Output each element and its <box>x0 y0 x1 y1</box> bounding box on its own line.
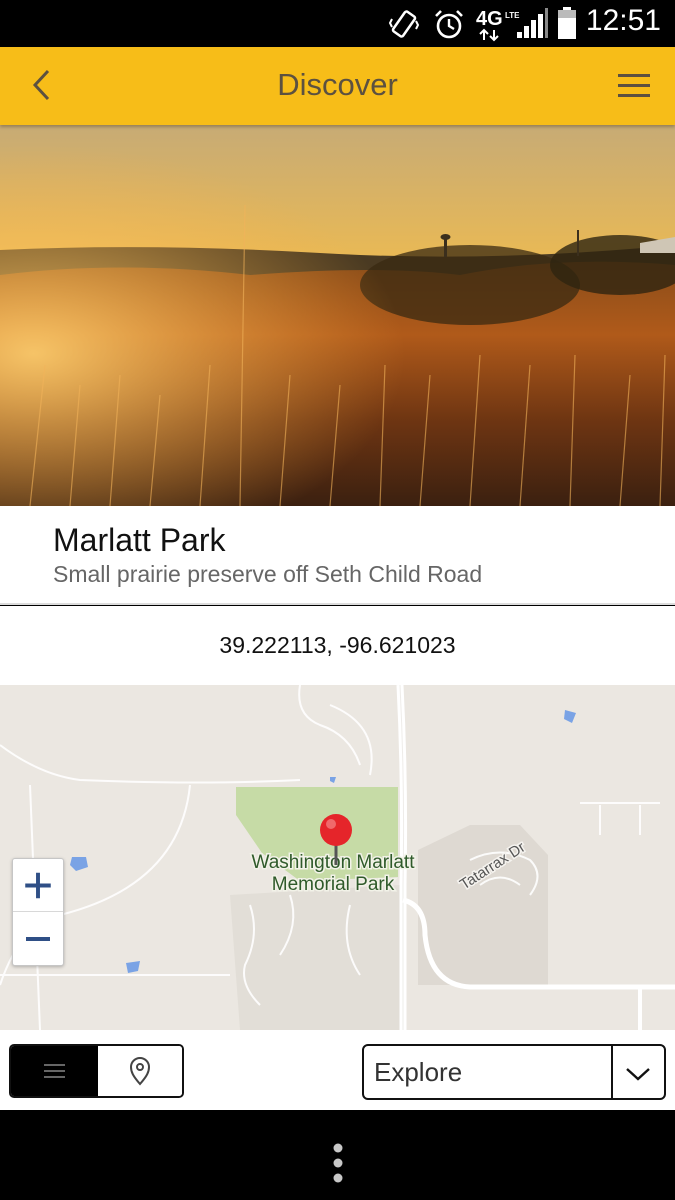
vibrate-icon <box>388 10 420 38</box>
hamburger-menu-icon[interactable] <box>617 71 651 101</box>
status-bar: 4G LTE 12:51 <box>0 0 675 47</box>
page-title: Discover <box>277 67 398 102</box>
app-bar: Discover <box>0 47 675 125</box>
chevron-down-icon <box>626 1068 650 1081</box>
view-toggle <box>9 1044 184 1098</box>
list-view-button[interactable] <box>11 1046 98 1096</box>
select-divider <box>611 1046 613 1098</box>
subdivision-area <box>418 825 548 985</box>
bottom-controls: Explore <box>0 1030 675 1110</box>
map-view[interactable]: Washington Marlatt Memorial Park Tatarra… <box>0 685 675 1030</box>
alarm-icon <box>435 10 463 39</box>
map-view-button[interactable] <box>98 1046 182 1096</box>
overflow-dots-icon[interactable] <box>332 1142 344 1184</box>
place-name: Marlatt Park <box>53 522 226 558</box>
system-nav-bar <box>0 1110 675 1200</box>
neighborhood-area <box>230 885 400 1030</box>
signal-icon <box>517 8 548 38</box>
explore-select-value: Explore <box>374 1057 463 1087</box>
place-info: Marlatt Park Small prairie preserve off … <box>0 506 675 605</box>
place-description: Small prairie preserve off Seth Child Ro… <box>53 561 483 587</box>
list-icon <box>44 1064 65 1078</box>
zoom-in-button[interactable] <box>13 859 63 912</box>
location-pin-icon <box>129 1057 151 1086</box>
explore-select[interactable]: Explore <box>362 1044 666 1100</box>
park-label-line2: Memorial Park <box>272 874 395 895</box>
zoom-out-button[interactable] <box>13 912 63 965</box>
status-time: 12:51 <box>585 4 661 37</box>
park-label-line1: Washington Marlatt <box>252 852 416 873</box>
place-photo <box>0 125 675 506</box>
svg-text:4G: 4G <box>476 8 503 30</box>
map-zoom-controls <box>12 858 64 966</box>
place-coordinates: 39.222113, -96.621023 <box>0 606 675 685</box>
battery-icon <box>558 7 576 39</box>
